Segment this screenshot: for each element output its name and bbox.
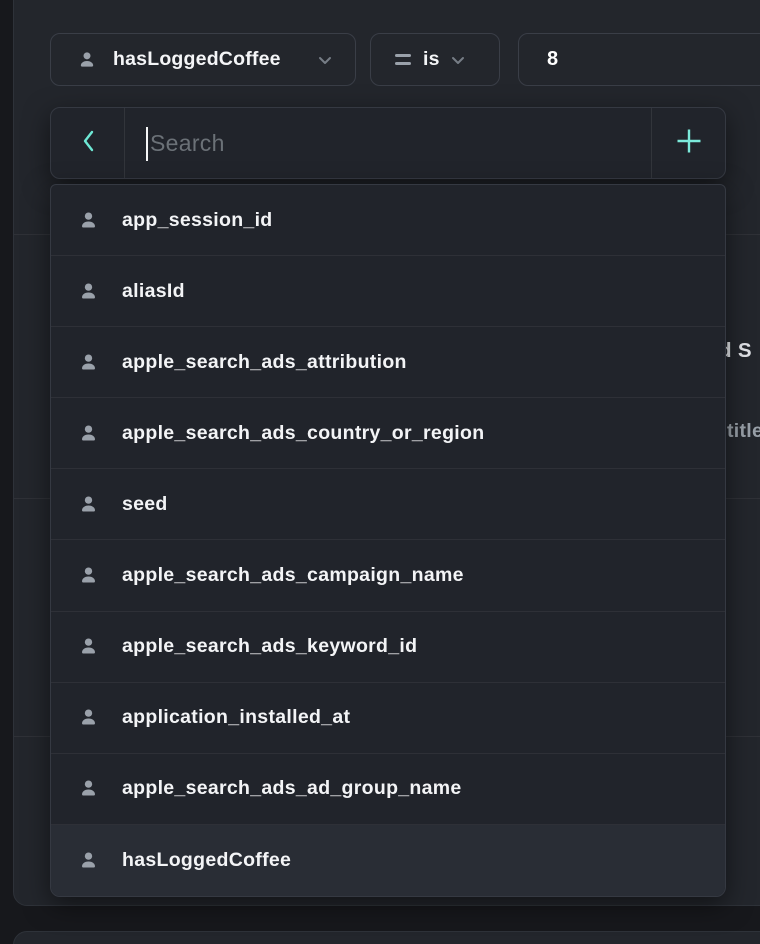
list-item[interactable]: application_installed_at <box>51 683 725 754</box>
list-item[interactable]: aliasId <box>51 256 725 327</box>
list-item-label: app_session_id <box>122 209 273 232</box>
list-item-label: apple_search_ads_ad_group_name <box>122 777 462 800</box>
filter-property-label: hasLoggedCoffee <box>113 48 281 71</box>
user-icon <box>78 850 99 871</box>
list-item[interactable]: apple_search_ads_country_or_region <box>51 398 725 469</box>
list-item[interactable]: app_session_id <box>51 185 725 256</box>
list-item[interactable]: apple_search_ads_keyword_id <box>51 612 725 683</box>
property-picker-header <box>50 107 726 179</box>
chevron-left-icon <box>81 129 95 158</box>
back-button[interactable] <box>51 108 125 178</box>
list-item-label: application_installed_at <box>122 706 350 729</box>
user-icon <box>78 565 99 586</box>
screen: d S title hasLoggedCoffee is 8 <box>0 0 760 944</box>
user-icon <box>77 50 97 70</box>
user-icon <box>78 494 99 515</box>
list-item-label: apple_search_ads_attribution <box>122 351 407 374</box>
list-item-label: hasLoggedCoffee <box>122 849 291 872</box>
list-item-label: seed <box>122 493 168 516</box>
plus-icon <box>675 127 703 160</box>
user-icon <box>78 423 99 444</box>
list-item-label: apple_search_ads_country_or_region <box>122 422 484 445</box>
chevron-down-icon <box>317 52 333 68</box>
chevron-down-icon <box>450 52 466 68</box>
text-caret <box>146 127 148 161</box>
user-icon <box>78 778 99 799</box>
user-icon <box>78 281 99 302</box>
list-item-label: apple_search_ads_campaign_name <box>122 564 464 587</box>
user-icon <box>78 636 99 657</box>
filter-operator-button[interactable]: is <box>370 33 500 86</box>
list-item[interactable]: seed <box>51 469 725 540</box>
list-item-label: apple_search_ads_keyword_id <box>122 635 417 658</box>
filter-value-field[interactable]: 8 <box>518 33 760 86</box>
list-item[interactable]: apple_search_ads_ad_group_name <box>51 754 725 825</box>
filter-value-text: 8 <box>547 48 558 71</box>
list-item-label: aliasId <box>122 280 185 303</box>
user-icon <box>78 352 99 373</box>
search-field <box>125 108 651 178</box>
user-icon <box>78 707 99 728</box>
user-icon <box>78 210 99 231</box>
background-card-bottom <box>13 931 760 944</box>
list-item[interactable]: hasLoggedCoffee <box>51 825 725 896</box>
clipped-background-text: title <box>727 420 760 443</box>
search-input[interactable] <box>125 108 651 178</box>
list-item[interactable]: apple_search_ads_campaign_name <box>51 540 725 611</box>
filter-operator-label: is <box>423 48 440 71</box>
filter-property-button[interactable]: hasLoggedCoffee <box>50 33 356 86</box>
add-property-button[interactable] <box>651 108 725 178</box>
property-list: app_session_id aliasId apple_search_ads_… <box>50 184 726 897</box>
equals-icon <box>395 54 411 66</box>
list-item[interactable]: apple_search_ads_attribution <box>51 327 725 398</box>
